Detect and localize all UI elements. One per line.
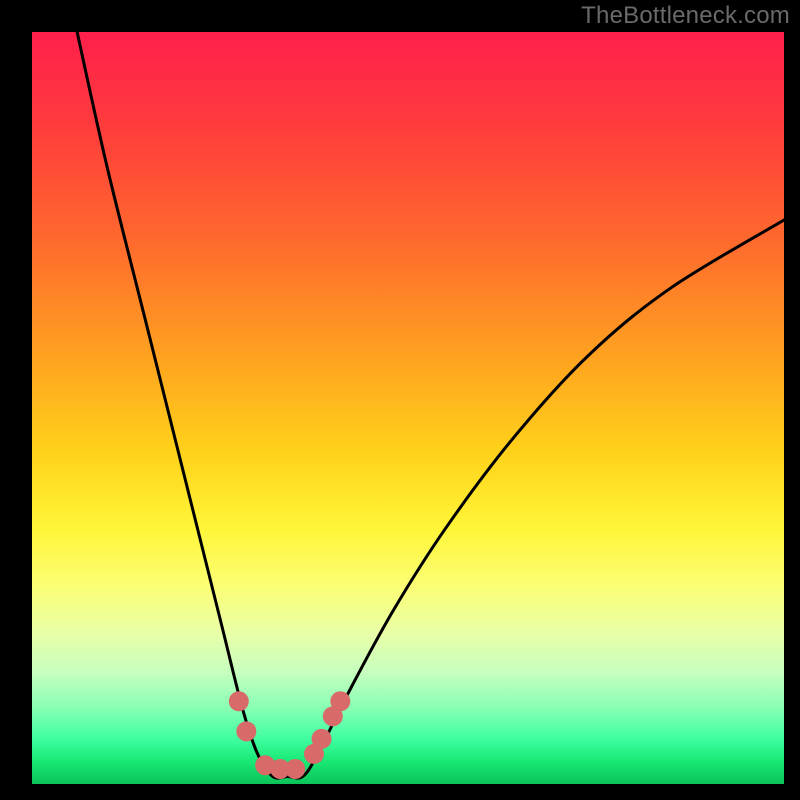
optimal-dot <box>229 691 249 711</box>
optimal-dot <box>236 721 256 741</box>
optimal-dot <box>330 691 350 711</box>
optimal-dot <box>312 729 332 749</box>
bottleneck-curve <box>77 32 784 778</box>
curve-layer <box>32 32 784 784</box>
optimal-dot <box>285 759 305 779</box>
plot-area <box>32 32 784 784</box>
chart-frame: TheBottleneck.com <box>0 0 800 800</box>
optimal-range-dots <box>229 691 351 779</box>
watermark-text: TheBottleneck.com <box>581 2 790 30</box>
